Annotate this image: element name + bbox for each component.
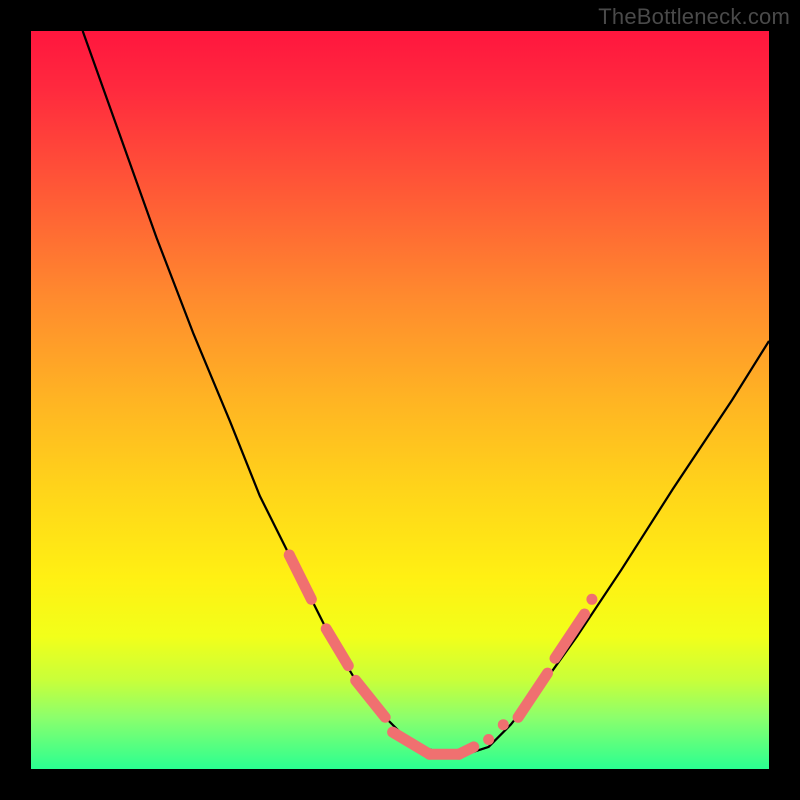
- watermark-text: TheBottleneck.com: [598, 4, 790, 30]
- bead-segment: [518, 673, 548, 717]
- bottleneck-curve: [83, 31, 769, 754]
- bead-segment: [326, 629, 348, 666]
- bead-dot: [586, 594, 597, 605]
- plot-frame: [31, 31, 769, 769]
- bead-segment: [356, 680, 386, 717]
- bead-segment: [555, 614, 585, 658]
- bead-segment: [393, 732, 430, 754]
- highlighted-segments: [284, 550, 598, 755]
- marker-carrier: [83, 31, 769, 754]
- bead-dot: [483, 734, 494, 745]
- bead-dot: [498, 719, 509, 730]
- bead-dot: [284, 550, 295, 561]
- bead-segment: [289, 555, 311, 599]
- bead-segment: [459, 747, 474, 754]
- chart-overlay: [31, 31, 769, 769]
